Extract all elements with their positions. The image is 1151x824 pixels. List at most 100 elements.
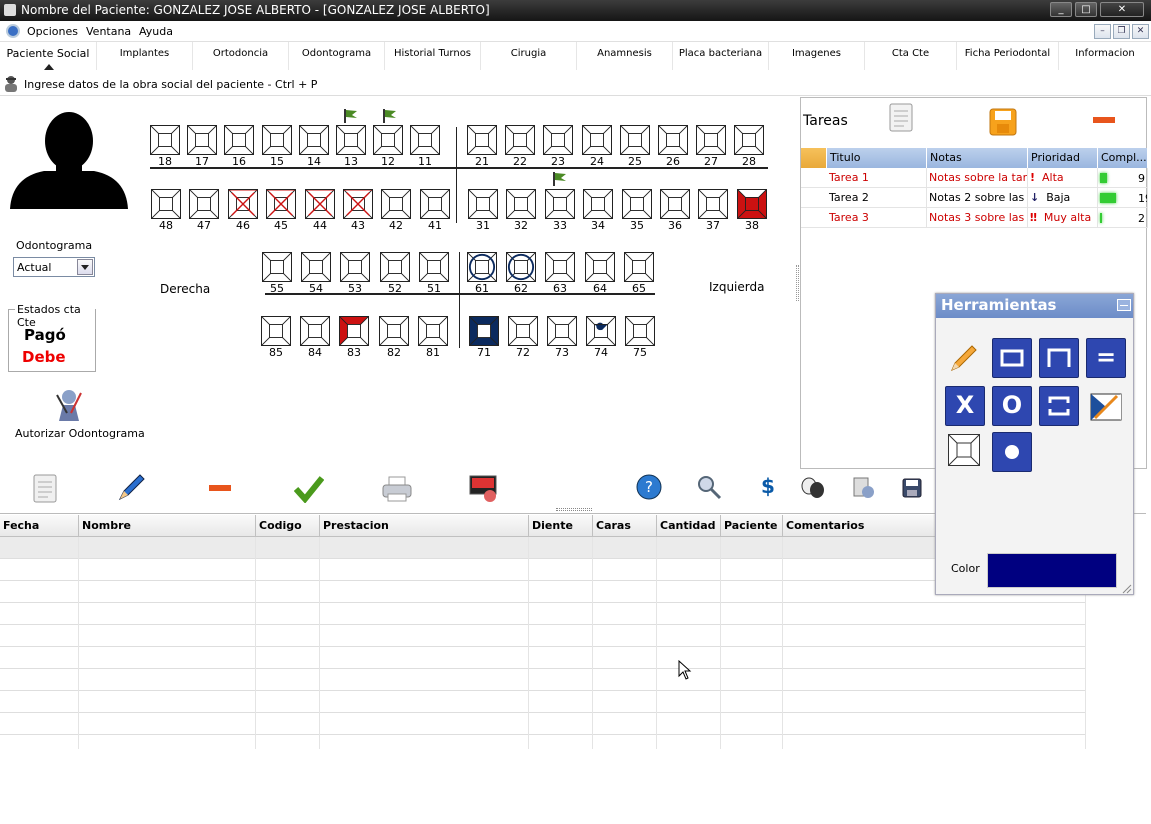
tooth-42[interactable] (381, 189, 411, 219)
task-row[interactable]: Tarea 1 Notas sobre la tar... ! Alta 9 (801, 168, 1148, 188)
tooth-16[interactable] (224, 125, 254, 155)
minimize-button[interactable]: _ (1050, 2, 1072, 17)
remove-icon[interactable] (209, 485, 231, 491)
table-row[interactable] (0, 713, 1086, 735)
tooth-22[interactable] (505, 125, 535, 155)
new-document-icon[interactable] (33, 474, 57, 504)
new-task-icon[interactable] (889, 103, 915, 133)
tooth-18[interactable] (150, 125, 180, 155)
table-row[interactable] (0, 559, 1086, 581)
tooth-52[interactable] (380, 252, 410, 282)
tooth-75[interactable] (625, 316, 655, 346)
tooth-61[interactable] (467, 252, 497, 282)
tab-implantes[interactable]: Implantes (97, 42, 193, 70)
col-prestacion[interactable]: Prestacion (320, 515, 529, 537)
tooth-15[interactable] (262, 125, 292, 155)
confirm-check-icon[interactable] (293, 475, 325, 504)
col-titulo[interactable]: Titulo (827, 148, 927, 168)
save-task-icon[interactable] (989, 108, 1017, 136)
masks-icon[interactable] (800, 476, 826, 500)
tooth-32[interactable] (506, 189, 536, 219)
autorizar-label[interactable]: Autorizar Odontograma (15, 427, 145, 440)
tooth-85[interactable] (261, 316, 291, 346)
table-row[interactable] (0, 603, 1086, 625)
table-row[interactable] (0, 691, 1086, 713)
paint-tooth-tool-icon[interactable] (1089, 392, 1123, 422)
tooth-82[interactable] (379, 316, 409, 346)
tooth-53[interactable] (340, 252, 370, 282)
tooth-64[interactable] (585, 252, 615, 282)
tooth-45[interactable] (266, 189, 296, 219)
chevron-down-icon[interactable] (77, 259, 93, 275)
tooth-34[interactable] (583, 189, 613, 219)
task-row[interactable]: Tarea 2 Notas 2 sobre las t... ↓ Baja 19 (801, 188, 1148, 208)
edit-pencil-icon[interactable] (116, 473, 146, 503)
tooth-48[interactable] (151, 189, 181, 219)
circle-o-tool-icon[interactable]: O (992, 386, 1032, 426)
repeat-tool-icon[interactable] (1039, 386, 1079, 426)
tooth-25[interactable] (620, 125, 650, 155)
dollar-icon[interactable]: $ (761, 474, 775, 500)
print-icon[interactable] (382, 476, 412, 502)
tooth-46[interactable] (228, 189, 258, 219)
table-row[interactable] (0, 581, 1086, 603)
col-prioridad[interactable]: Prioridad (1028, 148, 1098, 168)
tooth-65[interactable] (624, 252, 654, 282)
col-diente[interactable]: Diente (529, 515, 593, 537)
tooth-55[interactable] (262, 252, 292, 282)
color-swatch[interactable] (987, 553, 1117, 588)
tooth-63[interactable] (545, 252, 575, 282)
tooth-12[interactable] (373, 125, 403, 155)
splitter-handle[interactable] (796, 265, 799, 301)
tooth-33[interactable] (545, 189, 575, 219)
tab-odontograma[interactable]: Odontograma (289, 42, 385, 70)
autorizar-icon[interactable] (53, 387, 85, 421)
tooth-51[interactable] (419, 252, 449, 282)
tooth-14[interactable] (299, 125, 329, 155)
delete-task-icon[interactable] (1093, 117, 1115, 123)
menu-ventana[interactable]: Ventana (86, 25, 131, 38)
pencil-tool-icon[interactable] (948, 342, 980, 374)
table-row[interactable] (0, 669, 1086, 691)
col-cantidad[interactable]: Cantidad (657, 515, 721, 537)
table-row[interactable] (0, 625, 1086, 647)
tooth-37[interactable] (698, 189, 728, 219)
bridge-tool-icon[interactable] (1039, 338, 1079, 378)
tooth-43[interactable] (343, 189, 373, 219)
equals-tool-icon[interactable]: = (1086, 338, 1126, 378)
table-row[interactable] (0, 647, 1086, 669)
tooth-21[interactable] (467, 125, 497, 155)
tab-paciente-social[interactable]: Paciente Social (0, 42, 97, 70)
tooth-73[interactable] (547, 316, 577, 346)
user-tools-icon[interactable] (852, 476, 876, 500)
screen-icon[interactable] (468, 474, 500, 504)
tooth-13[interactable] (336, 125, 366, 155)
col-caras[interactable]: Caras (593, 515, 657, 537)
odontograma-select[interactable]: Actual (13, 257, 95, 277)
mdi-minimize-button[interactable]: – (1094, 24, 1111, 39)
close-button[interactable]: ✕ (1100, 2, 1144, 17)
col-codigo[interactable]: Codigo (256, 515, 320, 537)
tab-ficha-periodontal[interactable]: Ficha Periodontal (957, 42, 1059, 70)
extraction-x-tool-icon[interactable]: X (945, 386, 985, 426)
tooth-27[interactable] (696, 125, 726, 155)
tooth-81[interactable] (418, 316, 448, 346)
dot-tool-icon[interactable] (992, 432, 1032, 472)
tooth-72[interactable] (508, 316, 538, 346)
tooth-44[interactable] (305, 189, 335, 219)
col-nombre[interactable]: Nombre (79, 515, 256, 537)
mdi-close-button[interactable]: ✕ (1132, 24, 1149, 39)
tooth-41[interactable] (420, 189, 450, 219)
resize-grip-icon[interactable] (1122, 584, 1132, 594)
tooth-38[interactable] (737, 189, 767, 219)
tab-cirugia[interactable]: Cirugia (481, 42, 577, 70)
tooth-84[interactable] (300, 316, 330, 346)
tab-ortodoncia[interactable]: Ortodoncia (193, 42, 289, 70)
patient-avatar[interactable] (8, 111, 130, 209)
task-row[interactable]: Tarea 3 Notas 3 sobre las t... ‼ Muy alt… (801, 208, 1148, 228)
tab-historial-turnos[interactable]: Historial Turnos (385, 42, 481, 70)
tab-placa-bacteriana[interactable]: Placa bacteriana (673, 42, 769, 70)
rectangle-tool-icon[interactable] (992, 338, 1032, 378)
tooth-54[interactable] (301, 252, 331, 282)
tooth-28[interactable] (734, 125, 764, 155)
